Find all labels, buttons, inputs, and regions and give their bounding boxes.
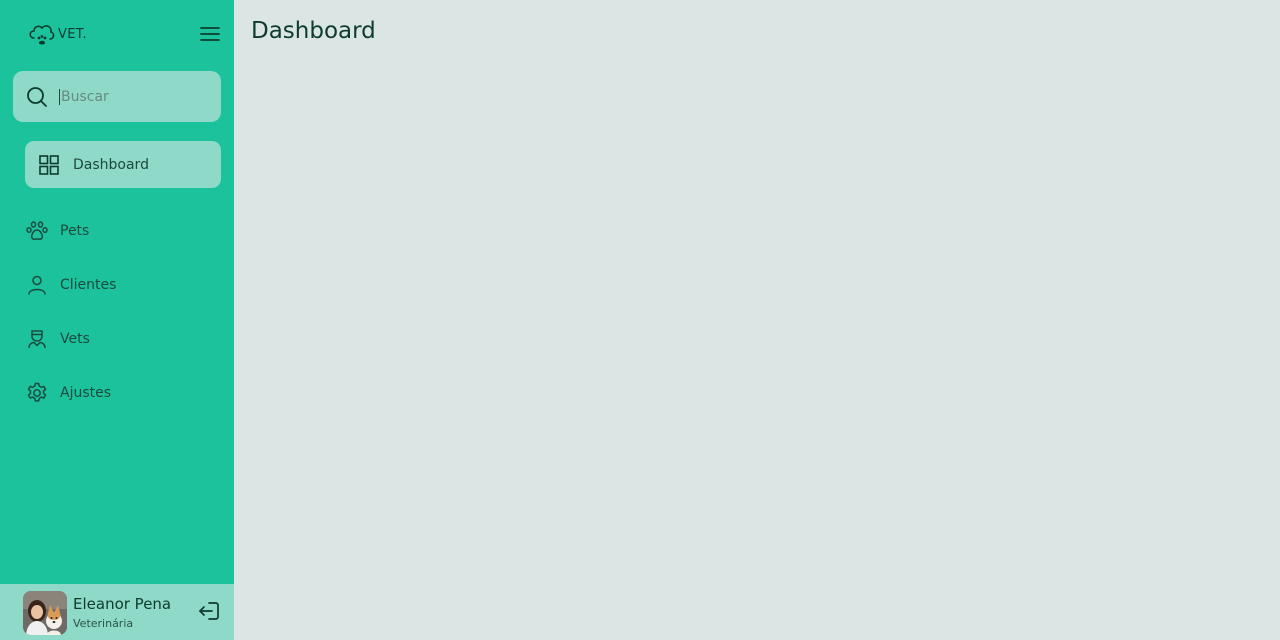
brand-logo[interactable]: VET. xyxy=(26,20,87,48)
search-box[interactable] xyxy=(13,71,221,122)
vet-icon xyxy=(28,330,46,349)
sidebar-item-dashboard[interactable]: Dashboard xyxy=(25,141,221,188)
paw-cloud-icon xyxy=(29,25,55,45)
user-icon xyxy=(28,275,46,295)
avatar[interactable] xyxy=(23,591,67,635)
page-title: Dashboard xyxy=(251,18,376,44)
user-name: Eleanor Pena xyxy=(73,595,172,613)
sidebar-item-label: Clientes xyxy=(60,277,117,293)
grid-icon xyxy=(39,154,59,175)
avatar-image xyxy=(23,591,67,635)
user-role: Veterinária xyxy=(73,617,134,630)
user-profile-bar: Eleanor Pena Veterinária xyxy=(0,584,234,640)
sidebar-item-clientes[interactable]: Clientes xyxy=(25,270,116,300)
hamburger-menu-icon[interactable] xyxy=(198,23,222,45)
sidebar-item-label: Pets xyxy=(60,223,90,239)
search-icon xyxy=(27,86,47,107)
sidebar-item-label: Ajustes xyxy=(60,385,112,401)
sidebar-item-label: Dashboard xyxy=(73,156,149,173)
sidebar: VET. Dashboard Pets xyxy=(0,0,234,640)
paw-icon xyxy=(26,221,48,240)
search-input[interactable] xyxy=(59,88,209,105)
brand-text: VET. xyxy=(58,26,87,42)
gear-icon xyxy=(27,382,47,402)
sidebar-item-ajustes[interactable]: Ajustes xyxy=(25,378,111,408)
sidebar-item-vets[interactable]: Vets xyxy=(25,324,90,354)
logout-icon[interactable] xyxy=(197,599,221,623)
sidebar-item-pets[interactable]: Pets xyxy=(25,216,89,246)
sidebar-item-label: Vets xyxy=(60,331,90,347)
